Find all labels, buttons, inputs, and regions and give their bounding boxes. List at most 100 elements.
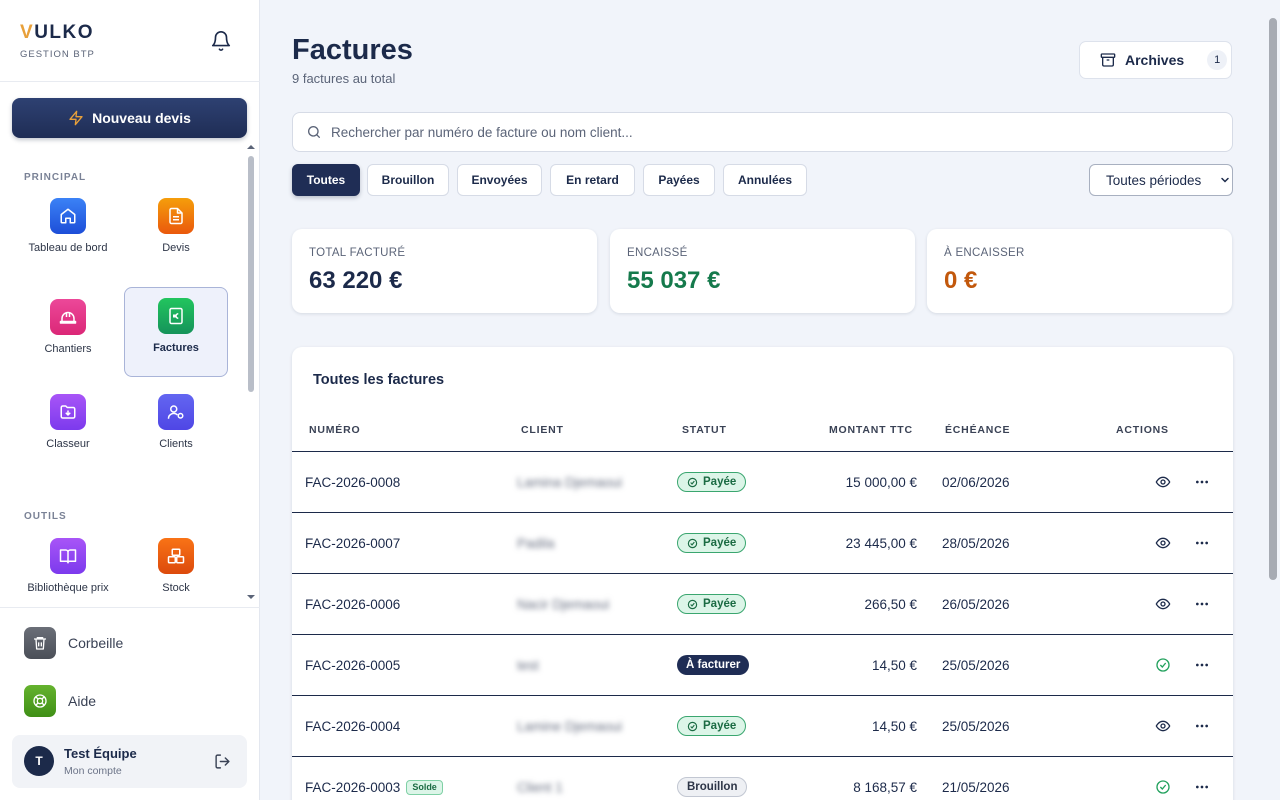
sidebar-item-clients[interactable]: Clients — [124, 382, 228, 472]
filter-overdue[interactable]: En retard — [550, 164, 635, 196]
invoice-number[interactable]: FAC-2026-0004 — [305, 696, 400, 756]
check-circle-icon[interactable] — [1155, 635, 1171, 695]
sidebar-item-price-library[interactable]: Bibliothèque prix — [16, 526, 120, 596]
home-icon — [50, 198, 86, 234]
more-options-icon[interactable] — [1194, 635, 1210, 695]
more-options-icon[interactable] — [1194, 574, 1210, 634]
sidebar-item-label: Tableau de bord — [28, 242, 108, 254]
stat-label: ENCAISSÉ — [627, 247, 688, 259]
column-header-due-date[interactable]: ÉCHÉANCE — [945, 424, 1010, 436]
page-scrollbar[interactable] — [1269, 18, 1277, 580]
column-header-amount[interactable]: MONTANT TTC — [829, 424, 913, 436]
period-select-value: Toutes périodes — [1106, 172, 1202, 188]
due-date: 26/05/2026 — [942, 596, 1010, 612]
invoice-count: 9 factures au total — [292, 71, 396, 86]
table-row[interactable]: FAC-2026-0007 Padila Payée 23 445,00 € 2… — [292, 512, 1233, 573]
folder-icon — [50, 394, 86, 430]
table-title: Toutes les factures — [313, 372, 445, 388]
user-name: Test Équipe — [64, 746, 137, 761]
chevron-down-icon — [1221, 177, 1230, 183]
table-row[interactable]: FAC-2026-0004 Lamine Djemaoui Payée 14,5… — [292, 695, 1233, 756]
notification-bell-icon[interactable] — [210, 30, 232, 52]
column-header-status[interactable]: STATUT — [682, 424, 727, 436]
status-label: Brouillon — [687, 781, 738, 793]
client-name: test — [517, 657, 539, 673]
logout-icon[interactable] — [214, 753, 231, 775]
filter-sent[interactable]: Envoyées — [457, 164, 542, 196]
status-label: Payée — [703, 476, 737, 488]
table-row[interactable]: FAC-2026-0008 Lamina Djemaoui Payée 15 0… — [292, 451, 1233, 512]
stat-value: 63 220 € — [309, 267, 403, 294]
invoice-euro-icon — [158, 298, 194, 334]
search-input[interactable] — [331, 124, 1232, 140]
filter-draft[interactable]: Brouillon — [367, 164, 449, 196]
table-row[interactable]: FAC-2026-0005 test À facturer 14,50 € 25… — [292, 634, 1233, 695]
column-header-number[interactable]: NUMÉRO — [309, 424, 360, 436]
sidebar-item-trash[interactable]: Corbeille — [24, 627, 123, 659]
column-header-client[interactable]: CLIENT — [521, 424, 564, 436]
more-options-icon[interactable] — [1194, 696, 1210, 756]
brand-logo[interactable]: VULKO GESTION BTP — [20, 22, 95, 60]
more-options-icon[interactable] — [1194, 513, 1210, 573]
stat-value: 0 € — [944, 267, 978, 294]
filter-paid[interactable]: Payées — [643, 164, 715, 196]
status-label: Payée — [703, 598, 737, 610]
sidebar-item-label: Clients — [159, 438, 193, 450]
scroll-down-icon[interactable] — [246, 592, 256, 602]
filter-cancelled[interactable]: Annulées — [723, 164, 807, 196]
client-name: Lamina Djemaoui — [517, 474, 623, 490]
filter-all[interactable]: Toutes — [292, 164, 360, 196]
check-circle-icon — [687, 599, 698, 609]
sidebar: VULKO GESTION BTP Nouveau devis PRINCIPA… — [0, 0, 260, 800]
eye-icon[interactable] — [1155, 513, 1171, 573]
sidebar-item-invoices[interactable]: Factures — [124, 287, 228, 377]
check-circle-icon[interactable] — [1155, 757, 1171, 800]
eye-icon[interactable] — [1155, 696, 1171, 756]
brand-subtitle: GESTION BTP — [20, 49, 95, 60]
more-options-icon[interactable] — [1194, 757, 1210, 800]
sidebar-item-stock[interactable]: Stock — [124, 526, 228, 596]
invoice-number[interactable]: FAC-2026-0006 — [305, 574, 400, 634]
eye-icon[interactable] — [1155, 452, 1171, 512]
check-circle-icon — [687, 538, 698, 548]
stat-card-collected: ENCAISSÉ 55 037 € — [610, 229, 915, 313]
invoice-number[interactable]: FAC-2026-0003 — [305, 780, 400, 795]
archive-icon — [1100, 53, 1116, 67]
scroll-up-icon[interactable] — [246, 142, 256, 152]
lifebuoy-icon — [24, 685, 56, 717]
sidebar-item-binder[interactable]: Classeur — [16, 382, 120, 472]
archives-count-badge: 1 — [1207, 50, 1228, 70]
period-select[interactable]: Toutes périodes — [1089, 164, 1233, 196]
search-bar[interactable] — [292, 112, 1233, 152]
status-badge: À facturer — [677, 655, 750, 675]
table-row[interactable]: FAC-2026-0003 Solde Client 1 Brouillon 8 … — [292, 756, 1233, 800]
brand-initial: V — [20, 22, 35, 43]
eye-icon[interactable] — [1155, 574, 1171, 634]
invoices-table: Toutes les factures NUMÉRO CLIENT STATUT… — [292, 347, 1233, 800]
more-options-icon[interactable] — [1194, 452, 1210, 512]
users-settings-icon — [158, 394, 194, 430]
new-quote-button[interactable]: Nouveau devis — [12, 98, 247, 138]
user-account-card[interactable]: T Test Équipe Mon compte — [12, 735, 247, 788]
invoice-number[interactable]: FAC-2026-0008 — [305, 452, 400, 512]
sidebar-divider — [0, 607, 260, 608]
status-label: Payée — [703, 537, 737, 549]
archives-button[interactable]: Archives 1 — [1079, 41, 1232, 79]
amount: 266,50 € — [864, 596, 917, 612]
stat-label: À ENCAISSER — [944, 247, 1025, 259]
sidebar-item-sites[interactable]: Chantiers — [16, 287, 120, 377]
new-quote-label: Nouveau devis — [92, 110, 191, 126]
stat-card-total-invoiced: TOTAL FACTURÉ 63 220 € — [292, 229, 597, 313]
stat-card-to-collect: À ENCAISSER 0 € — [927, 229, 1232, 313]
sidebar-scroll-thumb[interactable] — [248, 156, 254, 392]
sidebar-item-dashboard[interactable]: Tableau de bord — [16, 186, 120, 276]
status-badge: Payée — [677, 533, 747, 553]
client-name: Client 1 — [517, 779, 563, 795]
invoice-number[interactable]: FAC-2026-0005 — [305, 635, 400, 695]
table-row[interactable]: FAC-2026-0006 Nacir Djemaoui Payée 266,5… — [292, 573, 1233, 634]
sidebar-item-quotes[interactable]: Devis — [124, 186, 228, 276]
sidebar-item-help[interactable]: Aide — [24, 685, 96, 717]
amount: 8 168,57 € — [853, 779, 917, 795]
document-icon — [158, 198, 194, 234]
invoice-number[interactable]: FAC-2026-0007 — [305, 513, 400, 573]
